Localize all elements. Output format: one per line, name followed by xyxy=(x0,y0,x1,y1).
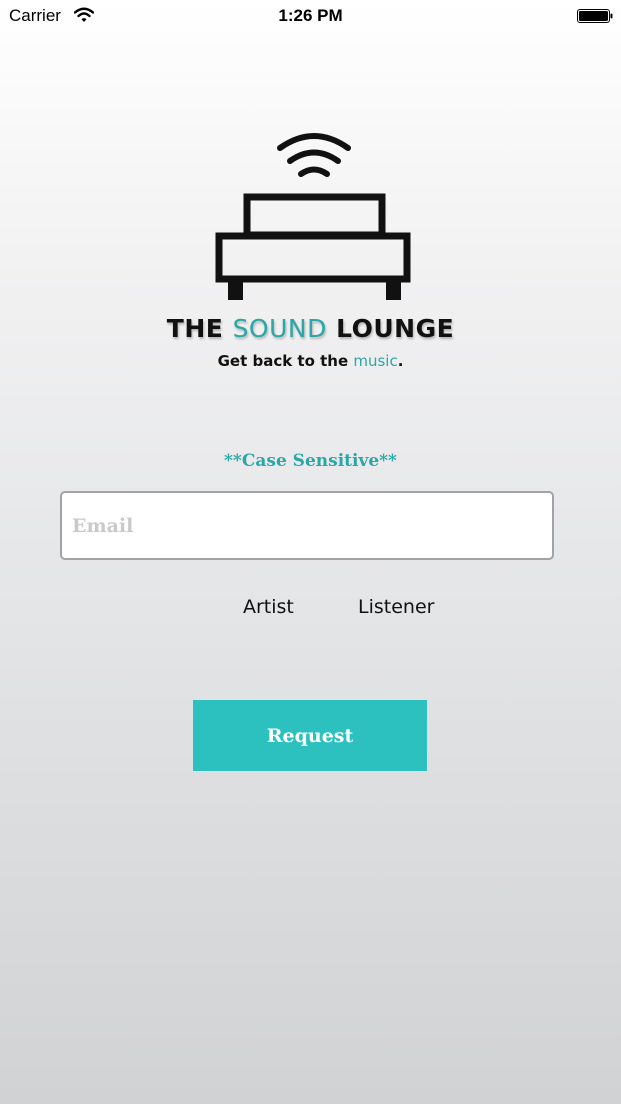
status-bar: Carrier 1:26 PM xyxy=(0,0,621,32)
role-option-artist[interactable]: Artist xyxy=(243,596,294,618)
request-button[interactable]: Request xyxy=(193,700,427,771)
brand-title-suffix: LOUNGE xyxy=(326,314,455,343)
status-time: 1:26 PM xyxy=(278,6,343,25)
tagline-accent: music xyxy=(353,352,398,370)
email-input[interactable] xyxy=(62,493,552,558)
tagline-prefix: Get back to the xyxy=(217,352,354,370)
tagline-suffix: . xyxy=(397,352,404,370)
brand-title-prefix: THE xyxy=(166,314,233,343)
brand-tagline: Get back to the music. xyxy=(0,352,621,370)
email-field[interactable] xyxy=(60,491,554,560)
brand-title: THE SOUND LOUNGE xyxy=(0,314,621,343)
case-sensitive-note: **Case Sensitive** xyxy=(224,451,397,471)
sound-lounge-logo xyxy=(215,133,411,300)
brand-title-accent: SOUND xyxy=(232,314,327,343)
battery-icon xyxy=(577,9,613,23)
role-option-listener[interactable]: Listener xyxy=(358,596,434,618)
